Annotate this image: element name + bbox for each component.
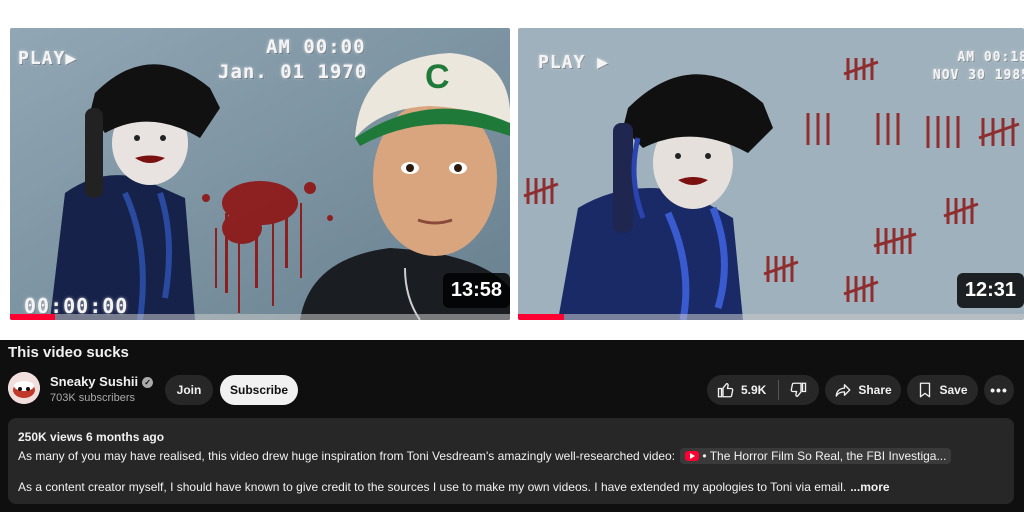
share-arrow-icon [834, 381, 852, 399]
join-button[interactable]: Join [165, 375, 213, 405]
thumbnail-left-duration: 13:58 [442, 273, 510, 308]
description-line-1-text: As many of you may have realised, this v… [18, 449, 676, 463]
thumbs-up-icon[interactable] [717, 381, 735, 399]
thumbnail-right-progress-bar [518, 314, 564, 320]
thumbnail-left[interactable]: C PLAY▶ AM 00:00 Jan. 01 1970 00:00:00 1… [10, 28, 510, 320]
thumbnail-left-play-label: PLAY▶ [18, 48, 78, 69]
verified-check-icon: ✓ [142, 377, 154, 388]
subscribe-button-label: Subscribe [229, 383, 289, 397]
description-line-2-text: As a content creator myself, I should ha… [18, 480, 847, 494]
sushi-avatar-icon [8, 372, 40, 404]
channel-name[interactable]: Sneaky Sushii ✓ [50, 374, 154, 389]
thumbnail-right-clock: AM 00:18 [957, 50, 1024, 65]
show-more-link[interactable]: ...more [850, 480, 889, 494]
description-line-2: As a content creator myself, I should ha… [18, 480, 890, 494]
youtube-mini-icon [685, 451, 700, 461]
linked-video-title[interactable]: • The Horror Film So Real, the FBI Inves… [702, 449, 946, 463]
thumbnail-right-duration: 12:31 [956, 273, 1024, 308]
bookmark-icon [917, 381, 933, 399]
cap-letter: C [425, 58, 450, 96]
video-title[interactable]: This video sucks [8, 344, 129, 361]
share-button[interactable]: Share [825, 375, 901, 405]
thumbnail-left-progress-bar [10, 314, 55, 320]
view-count-and-date: 250K views 6 months ago [18, 430, 165, 444]
like-dislike-group: 5.9K [707, 375, 819, 405]
linked-video-chip[interactable]: • The Horror Film So Real, the FBI Inves… [680, 448, 952, 464]
thumbnail-left-date: Jan. 01 1970 [218, 61, 368, 83]
description-box[interactable]: 250K views 6 months ago As many of you m… [8, 418, 1014, 504]
like-divider [778, 380, 780, 400]
thumbnail-left-clock: AM 00:00 [266, 36, 366, 58]
video-thumbnails-area: C PLAY▶ AM 00:00 Jan. 01 1970 00:00:00 1… [0, 0, 1024, 340]
thumbnail-right[interactable]: PLAY ▶ AM 00:18 NOV 30 1985 12:31 [518, 28, 1024, 320]
join-button-label: Join [176, 383, 202, 397]
thumbnail-right-date: NOV 30 1985 [932, 68, 1024, 83]
description-line-1: As many of you may have realised, this v… [18, 448, 952, 464]
channel-subscriber-count: 703K subscribers [50, 392, 135, 404]
thumbnail-right-progress-track [518, 314, 1024, 320]
thumbs-down-icon[interactable] [789, 381, 807, 399]
share-button-label: Share [858, 383, 892, 397]
save-button-label: Save [939, 383, 968, 397]
subscribe-button[interactable]: Subscribe [220, 375, 298, 405]
thumbnail-left-progress-track [10, 314, 510, 320]
save-button[interactable]: Save [907, 375, 978, 405]
channel-name-text[interactable]: Sneaky Sushii [50, 374, 138, 389]
more-actions-button[interactable]: ••• [984, 375, 1014, 405]
more-dots-icon: ••• [990, 382, 1008, 398]
thumbnail-right-play-label: PLAY ▶ [538, 52, 610, 73]
channel-avatar[interactable] [8, 372, 40, 404]
like-count[interactable]: 5.9K [741, 383, 766, 397]
